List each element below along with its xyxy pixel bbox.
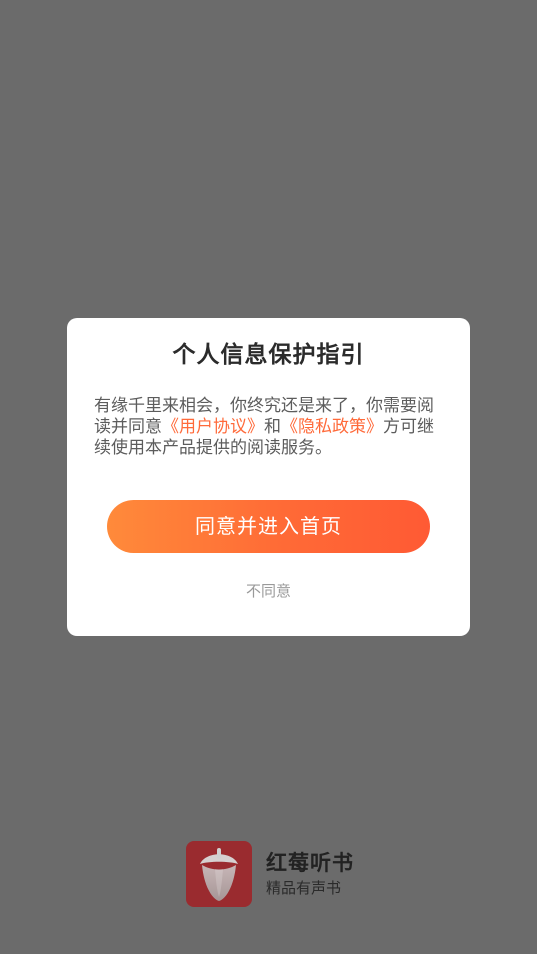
agree-enter-home-button[interactable]: 同意并进入首页 <box>107 500 430 553</box>
dialog-title: 个人信息保护指引 <box>172 342 365 368</box>
dialog-body: 有缘千里来相会，你终究还是来了，你需要阅读并同意《用户协议》和《隐私政策》方可继… <box>94 396 445 459</box>
brand-name: 红莓听书 <box>266 851 354 875</box>
brand: 红莓听书 精品有声书 <box>186 841 354 907</box>
brand-tagline: 精品有声书 <box>266 879 342 897</box>
strawberry-logo-icon <box>186 841 252 907</box>
brand-text: 红莓听书 精品有声书 <box>266 850 354 898</box>
privacy-policy-link[interactable]: 《隐私政策》 <box>281 417 383 437</box>
dialog-body-text-and: 和 <box>264 417 281 437</box>
disagree-button[interactable]: 不同意 <box>67 580 470 602</box>
privacy-dialog: 个人信息保护指引 有缘千里来相会，你终究还是来了，你需要阅读并同意《用户协议》和… <box>67 318 470 636</box>
user-agreement-link[interactable]: 《用户协议》 <box>162 417 264 437</box>
